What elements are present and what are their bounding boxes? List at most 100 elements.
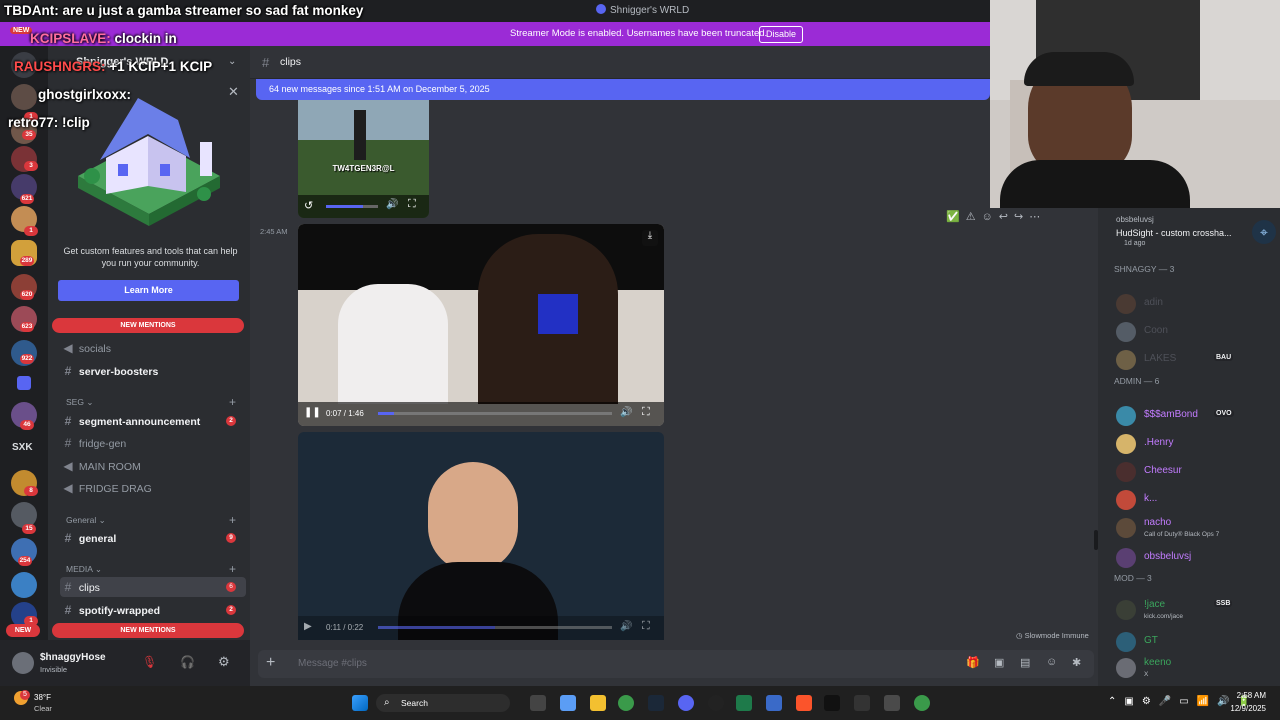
channel-segment-announcement[interactable]: # segment-announcement 2 xyxy=(60,411,246,431)
steam-icon[interactable] xyxy=(648,695,664,711)
rail-new-pill[interactable]: NEW xyxy=(6,624,40,637)
category-seg[interactable]: SEG ⌄ + xyxy=(66,395,236,409)
deafen-icon[interactable]: 🎧 xyxy=(180,655,195,669)
emoji-icon[interactable]: ☺ xyxy=(1046,656,1057,668)
weather-desc: Clear xyxy=(34,704,52,713)
member-item[interactable]: Cheesur xyxy=(1114,460,1278,484)
sticker-icon[interactable]: ▤ xyxy=(1020,656,1030,669)
chrome-icon[interactable] xyxy=(618,695,634,711)
channel-fridge-gen[interactable]: # fridge-gen xyxy=(60,433,246,453)
message-input[interactable]: Message #clips xyxy=(298,658,367,669)
member-name: !jace xyxy=(1144,599,1166,610)
server-badge: 922 xyxy=(20,354,34,364)
add-attachment-icon[interactable]: + xyxy=(266,654,275,672)
member-item[interactable]: k... xyxy=(1114,488,1278,512)
task-view-icon[interactable] xyxy=(530,695,546,711)
add-channel-icon[interactable]: + xyxy=(229,562,236,576)
server-label-sxk[interactable]: SXK xyxy=(12,442,33,453)
disable-streamer-mode-button[interactable]: Disable xyxy=(759,26,803,43)
channel-main-room[interactable]: ◀ MAIN ROOM xyxy=(60,456,246,476)
username[interactable]: $hnaggyHose xyxy=(40,652,106,663)
server-badge: 46 xyxy=(20,420,34,430)
channel-fridge-drag[interactable]: ◀ FRIDGE DRAG xyxy=(60,478,246,498)
member-name: keeno xyxy=(1144,657,1172,668)
channel-socials[interactable]: ◀ socials xyxy=(60,338,246,358)
copilot-icon[interactable] xyxy=(560,695,576,711)
obs-icon[interactable] xyxy=(708,695,724,711)
fullscreen-icon[interactable]: ⛶ xyxy=(408,198,416,211)
download-icon[interactable]: ⤓ xyxy=(642,230,658,246)
volume-icon[interactable]: 🔊 xyxy=(620,621,632,632)
server-icon[interactable] xyxy=(11,572,37,598)
member-item[interactable]: .Henry xyxy=(1114,432,1278,456)
crosshair-icon: ⌖ xyxy=(1252,220,1276,244)
member-item[interactable]: obsbeluvsj xyxy=(1114,546,1278,570)
channel-title: clips xyxy=(280,56,302,68)
message-actions-toolbar[interactable]: ✅⚠☺↩↪⋯ xyxy=(946,210,1046,223)
category-general[interactable]: General ⌄ + xyxy=(66,513,236,527)
gif-icon[interactable]: ▣ xyxy=(994,656,1004,669)
video-embed[interactable]: ▶ 0:11 / 0:22 🔊 ⛶ xyxy=(298,432,664,640)
play-icon[interactable]: ▶ xyxy=(304,621,312,632)
gear-icon[interactable]: ⚙ xyxy=(218,654,230,670)
member-item[interactable]: Coon xyxy=(1114,320,1278,344)
member-item[interactable]: LAKES BAU xyxy=(1114,348,1278,372)
replay-icon[interactable]: ↺ xyxy=(304,199,313,212)
app-icon[interactable] xyxy=(736,695,752,711)
server-badge: 3 xyxy=(24,161,38,171)
brave-icon[interactable] xyxy=(796,695,812,711)
category-media[interactable]: MEDIA ⌄ + xyxy=(66,562,236,576)
chrome-icon[interactable] xyxy=(914,695,930,711)
volume-icon[interactable]: 🔊 xyxy=(386,199,398,210)
video-progress-track[interactable] xyxy=(378,412,612,415)
add-channel-icon[interactable]: + xyxy=(229,395,236,409)
member-item[interactable]: $$$amBond OVO xyxy=(1114,404,1278,428)
settings-icon[interactable] xyxy=(884,695,900,711)
avatar[interactable] xyxy=(12,652,34,674)
discord-icon[interactable] xyxy=(678,695,694,711)
member-item[interactable]: keeno X xyxy=(1114,656,1278,680)
app-icon[interactable] xyxy=(854,695,870,711)
mute-icon[interactable]: 🎙 xyxy=(142,655,157,669)
channel-server-boosters[interactable]: # server-boosters xyxy=(60,361,246,381)
member-group-header: ADMIN — 6 xyxy=(1114,376,1160,386)
video-embed[interactable]: TW4TGEN3R@L ↺ 🔊 ⛶ xyxy=(298,100,429,218)
new-mentions-pill-bottom[interactable]: NEW MENTIONS xyxy=(52,623,244,638)
overlay-chat-line: RAUSHNGRS: +1 KCIP+1 KCIP xyxy=(14,59,213,74)
video-overlay-text: TW4TGEN3R@L xyxy=(332,164,395,173)
activity-title[interactable]: HudSight - custom crossha... xyxy=(1116,228,1232,238)
volume-icon[interactable]: 🔊 xyxy=(620,407,632,418)
fullscreen-icon[interactable]: ⛶ xyxy=(642,406,650,419)
taskbar-search[interactable]: ⌕ Search xyxy=(376,694,510,712)
member-item[interactable]: GT xyxy=(1114,630,1278,654)
discord-icon xyxy=(596,4,606,14)
chevron-down-icon[interactable]: ⌄ xyxy=(228,56,236,67)
member-item[interactable]: !jace SSB kick.com/jace xyxy=(1114,598,1278,622)
windows-start-icon[interactable] xyxy=(352,695,368,711)
channel-sidebar: Shnigger's WRLD ⌄ ✕ Get custom features … xyxy=(48,46,250,640)
pause-icon[interactable]: ❚❚ xyxy=(304,407,321,418)
promo-text: Get custom features and tools that can h… xyxy=(63,246,238,268)
channel-general[interactable]: # general 9 xyxy=(60,528,246,548)
channel-clips[interactable]: # clips 6 xyxy=(60,577,246,597)
app-icon[interactable] xyxy=(766,695,782,711)
app-icon[interactable] xyxy=(824,695,840,711)
member-item[interactable]: nacho Call of Duty® Black Ops 7 xyxy=(1114,516,1278,540)
new-messages-bar[interactable]: 64 new messages since 1:51 AM on Decembe… xyxy=(256,79,990,100)
folder-icon[interactable] xyxy=(17,376,31,390)
apps-icon[interactable]: ✱ xyxy=(1072,656,1081,669)
add-channel-icon[interactable]: + xyxy=(229,513,236,527)
file-explorer-icon[interactable] xyxy=(590,695,606,711)
fullscreen-icon[interactable]: ⛶ xyxy=(642,620,650,633)
new-mentions-pill[interactable]: NEW MENTIONS xyxy=(52,318,244,333)
member-item[interactable]: adin xyxy=(1114,292,1278,316)
close-icon[interactable]: ✕ xyxy=(228,84,239,100)
server-icon[interactable] xyxy=(11,84,37,110)
channel-spotify-wrapped[interactable]: # spotify-wrapped 2 xyxy=(60,600,246,620)
learn-more-button[interactable]: Learn More xyxy=(58,280,239,301)
message-list: TW4TGEN3R@L ↺ 🔊 ⛶ ✅⚠☺↩↪⋯ 2:45 AM ⤓ ❚❚ 0:… xyxy=(250,100,1098,640)
video-embed[interactable]: ⤓ ❚❚ 0:07 / 1:46 🔊 ⛶ xyxy=(298,224,664,426)
video-progress-track[interactable] xyxy=(378,626,612,629)
gift-icon[interactable]: 🎁 xyxy=(966,656,980,669)
video-progress-track[interactable] xyxy=(326,205,378,208)
